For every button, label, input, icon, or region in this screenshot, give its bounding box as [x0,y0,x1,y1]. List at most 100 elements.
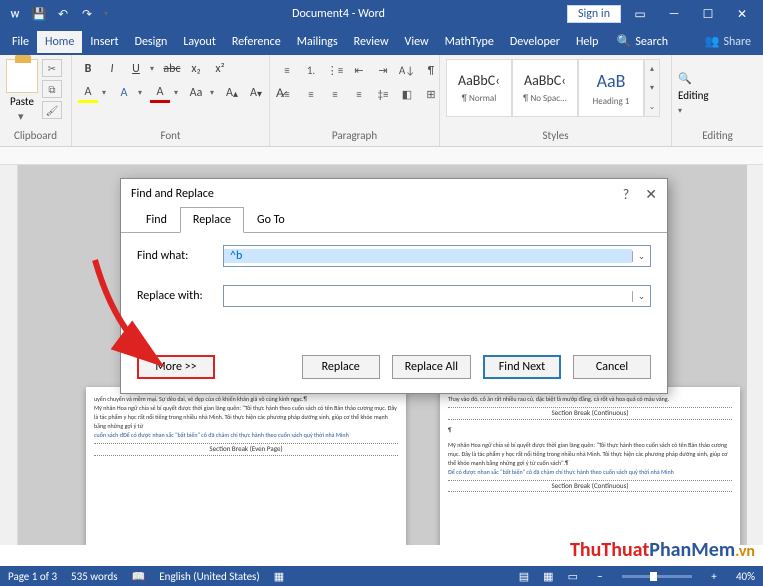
read-mode-icon[interactable]: ▤ [519,570,529,583]
find-what-label: Find what: [137,249,215,263]
shrink-font-button[interactable]: A▾ [246,83,266,103]
close-icon[interactable]: ✕ [727,0,757,28]
zoom-level[interactable]: 40% [736,570,755,583]
share-button[interactable]: 👥Share [696,34,759,49]
macro-icon[interactable]: ▦ [274,570,284,583]
italic-button[interactable]: I [102,59,122,79]
tab-review[interactable]: Review [346,31,397,53]
tab-insert[interactable]: Insert [82,31,126,53]
section-break-marker: Section Break (Continuous) [448,480,732,493]
tab-layout[interactable]: Layout [175,31,224,53]
shading-button[interactable]: ◧ [396,83,418,105]
word-count[interactable]: 535 words [71,570,118,583]
tab-file[interactable]: File [4,31,37,53]
numbering-button[interactable]: 1. [300,59,322,81]
tab-view[interactable]: View [397,31,437,53]
zoom-in-button[interactable]: + [706,570,722,583]
svg-text:W: W [11,9,20,21]
chevron-down-icon[interactable]: ▾ [678,106,686,116]
grow-font-button[interactable]: A▴ [222,83,242,103]
tab-design[interactable]: Design [127,31,176,53]
tab-mailings[interactable]: Mailings [289,31,346,53]
page-number[interactable]: Page 1 of 3 [8,570,57,583]
ribbon-display-icon[interactable]: ▭ [625,0,655,28]
tab-home[interactable]: Home [37,31,82,53]
find-what-input[interactable] [224,249,632,263]
dialog-tab-find[interactable]: Find [133,207,180,233]
decrease-indent-button[interactable]: ⇤ [348,59,370,81]
text-highlight-button[interactable]: A [78,83,98,103]
underline-button[interactable]: U [126,59,146,79]
show-marks-button[interactable]: ¶ [420,59,442,81]
align-left-button[interactable]: ≡ [276,83,298,105]
spell-check-icon[interactable]: 📖 [132,570,146,583]
styles-gallery-scroller[interactable]: ▴▾⌄ [644,59,660,117]
bold-button[interactable]: B [78,59,98,79]
web-layout-icon[interactable]: ▭ [568,570,578,583]
help-icon[interactable]: ? [623,186,630,203]
cancel-button[interactable]: Cancel [573,355,651,379]
horizontal-ruler[interactable] [0,147,763,165]
paragraph-group-label: Paragraph [276,129,433,145]
font-color-button[interactable]: A [150,83,170,103]
document-title: Document4 - Word [110,7,567,21]
clipboard-group-label: Clipboard [6,129,65,145]
increase-indent-button[interactable]: ⇥ [372,59,394,81]
cut-icon[interactable]: ✂ [42,59,62,77]
tab-developer[interactable]: Developer [502,31,568,53]
language[interactable]: English (United States) [159,570,259,583]
bullets-button[interactable]: ≡ [276,59,298,81]
tab-mathtype[interactable]: MathType [437,31,502,53]
tell-me-search[interactable]: 🔍Search [616,34,668,49]
qat-dropdown-icon[interactable]: ▾ [102,5,110,23]
watermark: ThuThuatPhanMem.vn [570,538,755,562]
maximize-icon[interactable]: ☐ [693,0,723,28]
section-break-marker: Section Break (Even Page) [94,443,398,456]
strikethrough-button[interactable]: abc [162,59,182,79]
find-icon[interactable]: 🔍 [678,72,692,85]
copy-icon[interactable]: ⧉ [42,80,62,98]
justify-button[interactable]: ≡ [348,83,370,105]
zoom-out-button[interactable]: − [592,570,608,583]
close-icon[interactable]: ✕ [645,186,657,203]
signin-button[interactable]: Sign in [567,5,621,23]
redo-icon[interactable]: ↷ [78,5,96,23]
align-center-button[interactable]: ≡ [300,83,322,105]
find-next-button[interactable]: Find Next [483,355,561,379]
minimize-icon[interactable]: — [659,0,689,28]
tab-references[interactable]: Reference [224,31,289,53]
tab-help[interactable]: Help [568,31,607,53]
dialog-tab-replace[interactable]: Replace [180,207,244,233]
chevron-down-icon[interactable]: ⌄ [632,291,650,302]
style-normal[interactable]: AaBbC‹¶ Normal [446,59,512,117]
replace-with-input[interactable] [224,289,632,303]
style-heading1[interactable]: AaBHeading 1 [578,59,644,117]
sort-button[interactable]: A↓ [396,59,418,81]
more-button[interactable]: More >> [137,355,215,379]
line-spacing-button[interactable]: ‡≡ [372,83,394,105]
document-page-1[interactable]: uyển chuyển và mềm mại. Sự dẻo dai, vẻ đ… [86,387,406,545]
chevron-down-icon[interactable]: ▾ [18,110,26,123]
multilevel-button[interactable]: ⋮≡ [324,59,346,81]
format-painter-icon[interactable]: 🖌 [42,101,62,119]
superscript-button[interactable]: x² [210,59,230,79]
replace-with-label: Replace with: [137,289,215,303]
borders-button[interactable]: ⊞ [420,83,442,105]
zoom-slider[interactable] [622,575,692,578]
vertical-ruler[interactable] [0,165,18,545]
text-effects-button[interactable]: A [114,83,134,103]
undo-icon[interactable]: ↶ [54,5,72,23]
replace-button[interactable]: Replace [302,355,380,379]
subscript-button[interactable]: x₂ [186,59,206,79]
print-layout-icon[interactable]: ▦ [543,570,553,583]
change-case-button[interactable]: Aa [186,83,206,103]
paste-button[interactable]: Paste ▾ [6,59,38,123]
save-icon[interactable]: 💾 [30,5,48,23]
document-page-2[interactable]: Thay vào đó, cô ăn rất nhiều rau củ, đặc… [440,387,740,545]
align-right-button[interactable]: ≡ [324,83,346,105]
dialog-tab-goto[interactable]: Go To [244,207,298,233]
chevron-down-icon[interactable]: ⌄ [632,251,650,262]
style-nospacing[interactable]: AaBbC‹¶ No Spac... [512,59,578,117]
vertical-scrollbar[interactable] [747,165,763,545]
replace-all-button[interactable]: Replace All [392,355,471,379]
